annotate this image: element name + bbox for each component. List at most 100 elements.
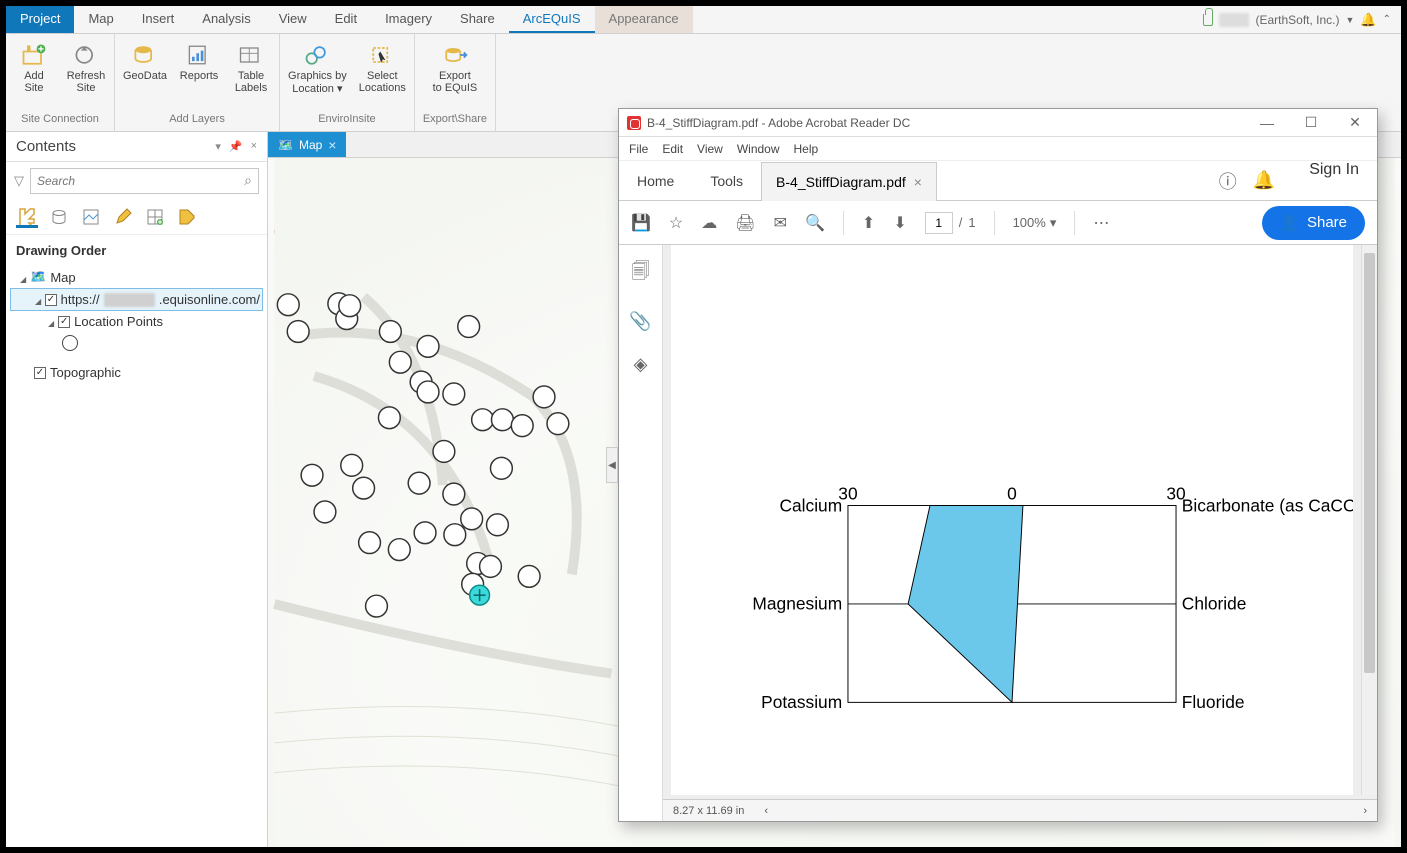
tree-node-map[interactable]: 🗺️ Map [10, 266, 263, 288]
svg-text:Potassium: Potassium [761, 692, 842, 712]
graphics-by-location-button[interactable]: Graphics by Location ▾ [288, 38, 347, 111]
user-dropdown-icon[interactable]: ▼ [1346, 15, 1355, 25]
acrobat-menubar: File Edit View Window Help [619, 137, 1377, 161]
star-icon[interactable]: ☆ [669, 213, 683, 233]
user-name-blurred [1219, 13, 1249, 27]
more-tools-icon[interactable]: ⋯ [1093, 213, 1109, 233]
expand-icon[interactable] [48, 314, 54, 329]
layer-visibility-checkbox[interactable] [45, 294, 56, 306]
thumbnails-icon[interactable]: 🗐 [632, 259, 650, 289]
acrobat-document-tab[interactable]: B-4_StiffDiagram.pdf [761, 162, 937, 201]
menu-window[interactable]: Window [737, 142, 780, 156]
layer-visibility-checkbox[interactable] [58, 316, 70, 328]
toc-list-by-editing-icon[interactable] [112, 206, 134, 228]
add-site-button[interactable]: Add Site [14, 38, 54, 111]
ribbon-tab-analysis[interactable]: Analysis [188, 6, 264, 33]
svg-text:0: 0 [1007, 484, 1017, 504]
svg-text:Magnesium: Magnesium [752, 594, 842, 614]
url-blurred [104, 293, 155, 307]
geodata-button[interactable]: GeoData [123, 38, 167, 111]
page-current-input[interactable] [925, 212, 953, 234]
menu-file[interactable]: File [629, 142, 648, 156]
acrobat-window-title: B-4_StiffDiagram.pdf - Adobe Acrobat Rea… [647, 116, 910, 130]
horizontal-scroll-right-icon[interactable]: › [1363, 805, 1367, 817]
close-icon[interactable] [328, 137, 336, 153]
contents-pane: Contents ▾ 📌 × [6, 132, 268, 847]
user-org: (EarthSoft, Inc.) [1255, 13, 1339, 27]
help-icon[interactable]: ⓘ [1219, 168, 1237, 194]
save-icon[interactable]: 💾 [631, 213, 651, 233]
ribbon-tab-edit[interactable]: Edit [321, 6, 371, 33]
map-frame-icon: 🗺️ [30, 269, 46, 285]
ribbon-tab-appearance[interactable]: Appearance [595, 6, 693, 33]
toc-list-by-drawing-order-icon[interactable] [16, 206, 38, 228]
ribbon-tab-insert[interactable]: Insert [128, 6, 189, 33]
ribbon-tab-imagery[interactable]: Imagery [371, 6, 446, 33]
ribbon-tab-map[interactable]: Map [74, 6, 127, 33]
cloud-upload-icon[interactable]: ☁ [701, 213, 717, 233]
contents-pin-icon[interactable]: 📌 [229, 140, 243, 153]
search-icon[interactable] [238, 172, 258, 190]
expand-icon[interactable] [35, 292, 41, 307]
notifications-icon[interactable]: 🔔 [1253, 170, 1275, 191]
acrobat-tools-tab[interactable]: Tools [692, 161, 761, 200]
menu-help[interactable]: Help [794, 142, 819, 156]
group-label-site-connection: Site Connection [21, 111, 99, 127]
filter-icon[interactable] [14, 172, 24, 190]
layers-icon[interactable]: ◈ [634, 354, 648, 375]
acrobat-home-tab[interactable]: Home [619, 161, 692, 200]
print-icon[interactable]: 🖨 [735, 213, 755, 233]
svg-text:Calcium: Calcium [779, 495, 842, 515]
ribbon-tab-project[interactable]: Project [6, 6, 74, 33]
page-down-icon[interactable]: ⬇ [893, 213, 906, 233]
pdf-page[interactable]: 30030CalciumMagnesiumPotassiumBicarbonat… [671, 245, 1353, 795]
zoom-dropdown[interactable]: 100% ▾ [1013, 215, 1057, 231]
search-input[interactable] [30, 168, 259, 194]
vertical-scrollbar[interactable] [1361, 245, 1377, 795]
contents-title: Contents [16, 138, 76, 155]
select-locations-button[interactable]: Select Locations [359, 38, 406, 111]
share-button[interactable]: 👤 Share [1262, 206, 1365, 240]
layer-visibility-checkbox[interactable] [34, 367, 46, 379]
ribbon-collapse-icon[interactable]: ⌃ [1383, 14, 1391, 25]
tree-node-location-symbol[interactable] [10, 332, 263, 354]
contents-close-icon[interactable]: × [251, 140, 257, 153]
expand-icon[interactable] [20, 270, 26, 285]
toc-list-by-labeling-icon[interactable] [176, 206, 198, 228]
toc-list-by-source-icon[interactable] [48, 206, 70, 228]
attachments-icon[interactable]: 📎 [629, 311, 651, 332]
close-button[interactable]: ✕ [1333, 109, 1377, 137]
horizontal-scroll-left-icon[interactable]: ‹ [764, 805, 768, 817]
group-label-enviroinsite: EnviroInsite [318, 111, 375, 127]
sign-in-button[interactable]: Sign In [1291, 161, 1377, 200]
bell-icon[interactable] [1360, 12, 1376, 28]
ribbon-tab-arcequis[interactable]: ArcEQuIS [509, 6, 595, 33]
zoom-out-icon[interactable]: 🔍 [805, 213, 825, 233]
menu-view[interactable]: View [697, 142, 723, 156]
map-tab-icon: 🗺️ [278, 138, 293, 152]
contents-dropdown-icon[interactable]: ▾ [215, 140, 221, 153]
page-up-icon[interactable]: ⬆ [862, 213, 875, 233]
tree-node-topographic[interactable]: Topographic [10, 362, 263, 383]
ribbon-tab-share[interactable]: Share [446, 6, 509, 33]
svg-text:Fluoride: Fluoride [1182, 692, 1245, 712]
table-labels-button[interactable]: Table Labels [231, 38, 271, 111]
toc-list-by-selection-icon[interactable] [80, 206, 102, 228]
email-icon[interactable]: ✉ [774, 213, 787, 233]
maximize-button[interactable]: ☐ [1289, 109, 1333, 137]
menu-edit[interactable]: Edit [662, 142, 683, 156]
map-tab[interactable]: 🗺️ Map [268, 132, 346, 157]
minimize-button[interactable]: — [1245, 109, 1289, 137]
toc-list-by-snapping-icon[interactable] [144, 206, 166, 228]
close-icon[interactable] [914, 174, 922, 190]
share-person-icon: 👤 [1280, 214, 1299, 232]
export-to-equis-button[interactable]: Export to EQuIS [433, 38, 478, 111]
reports-button[interactable]: Reports [179, 38, 219, 111]
drawing-order-label: Drawing Order [6, 235, 267, 266]
tree-node-location-points[interactable]: Location Points [10, 311, 263, 332]
acrobat-collapse-handle[interactable]: ◀ [606, 447, 618, 483]
refresh-site-button[interactable]: Refresh Site [66, 38, 106, 111]
acrobat-window: ◀ B-4_StiffDiagram.pdf - Adobe Acrobat R… [618, 108, 1378, 822]
ribbon-tab-view[interactable]: View [265, 6, 321, 33]
tree-node-equis-url[interactable]: https://.equisonline.com/ [10, 288, 263, 311]
